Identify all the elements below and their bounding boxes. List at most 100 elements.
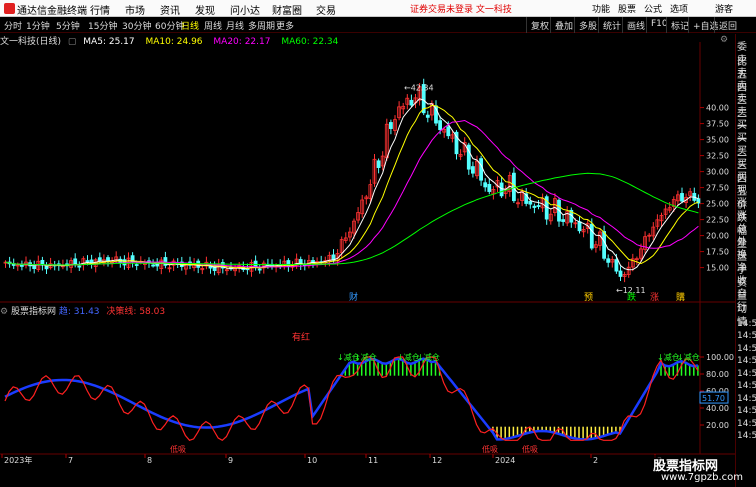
price-tick-label: 15.00: [706, 264, 729, 273]
low-buy-tag: 低吸: [482, 444, 498, 454]
trend-line-name: 趋: [58, 307, 68, 317]
candle-body: [470, 166, 475, 174]
indicator-menu-icon[interactable]: ⚙: [0, 307, 8, 317]
candle-body: [376, 160, 381, 168]
period-weekly[interactable]: 周线: [204, 19, 222, 32]
price-tick-label: 25.00: [706, 200, 729, 209]
chart-canvas[interactable]: 40.00 37.50 35.00 32.50 30.00 27.50 25.00 22.50…: [0, 34, 735, 487]
period-more[interactable]: 更多: [276, 19, 294, 32]
event-marker[interactable]: 涨: [650, 292, 659, 303]
menu-item-discover[interactable]: 发现: [195, 2, 215, 17]
candle-body: [388, 122, 393, 129]
period-intraday[interactable]: 分时: [4, 19, 22, 32]
btn-multi-stock[interactable]: 多股: [574, 17, 601, 33]
candle-body: [561, 219, 565, 222]
menu-function[interactable]: 功能: [592, 2, 610, 15]
date-tick-label: 9: [228, 456, 233, 465]
candle-body: [536, 205, 541, 207]
tick-time: 14:5: [737, 431, 756, 441]
current-value-label: 51.70: [702, 394, 725, 403]
period-multi[interactable]: 多周期: [248, 19, 275, 32]
trend-line-value: 31.43: [73, 307, 100, 317]
btn-adjust[interactable]: 复权: [526, 17, 553, 33]
trend-line: [4, 357, 699, 441]
quote-side-panel: 委比 卖五 卖四 卖三 卖二 卖一 买一 买二 买三 买四 买五 现价 涨跌 涨幅 总量 外盘 换手 净资 收益 自动…: [735, 34, 756, 487]
btn-stats[interactable]: 统计: [598, 17, 625, 33]
price-tick-label: 30.00: [706, 168, 729, 177]
btn-overlay[interactable]: 叠加: [550, 17, 577, 33]
period-daily[interactable]: 日线: [181, 19, 199, 32]
date-tick-label: 2024: [495, 456, 515, 465]
price-tick-label: 35.00: [706, 136, 729, 145]
candle-body: [73, 258, 78, 265]
candlestick-series: [3, 78, 701, 283]
event-marker[interactable]: 購: [676, 291, 685, 303]
event-marker[interactable]: 预: [584, 292, 593, 303]
app-title: 通达信金融终端: [17, 6, 87, 17]
app-logo-icon: [4, 3, 15, 14]
red-annotation: 有红: [292, 331, 310, 343]
candle-body: [438, 120, 443, 131]
menu-item-news[interactable]: 资讯: [160, 2, 180, 17]
candle-body: [618, 270, 623, 277]
date-tick-label: 7: [68, 456, 73, 465]
price-tick-label: 37.50: [706, 120, 729, 129]
indicator-header: ⚙ 股票指标网 趋: 31.43 决策线: 58.03: [0, 307, 166, 317]
reduce-position-tag: ↓减仓: [677, 352, 700, 362]
candle-body: [425, 114, 430, 118]
event-marker[interactable]: 财: [349, 291, 358, 303]
period-1min[interactable]: 1分钟: [26, 19, 50, 32]
tick-time: 14:5: [737, 406, 756, 416]
btn-back[interactable]: 返回: [714, 17, 741, 33]
menu-item-wealth[interactable]: 财富圈: [272, 2, 302, 17]
date-tick-label: 2023年: [4, 455, 32, 465]
indicator-series: 有红↓减仓↓减仓 ↓减仓↓减仓 ↓减仓↓减仓低吸 低吸 低吸: [4, 331, 700, 454]
indicator-name[interactable]: 股票指标网: [11, 307, 56, 317]
menu-formula[interactable]: 公式: [644, 2, 662, 15]
ma10-line: [5, 104, 699, 269]
decision-line: [4, 356, 699, 442]
candle-body: [97, 257, 102, 261]
period-15min[interactable]: 15分钟: [88, 19, 117, 32]
menu-guest[interactable]: 游客: [715, 2, 733, 15]
menu-item-quotes[interactable]: 行情: [90, 2, 110, 17]
login-warning[interactable]: 证券交易未登录 文一科技: [410, 2, 512, 15]
tick-time: 14:5: [737, 368, 756, 379]
indicator-tick-label: 80.00: [706, 370, 729, 379]
candle-body: [106, 257, 110, 262]
indicator-grid: 100.0080.0060.0040.0020.0051.702023年 7 8 9 1…: [1, 353, 734, 465]
tick-time: 14:5: [737, 318, 756, 329]
price-tick-label: 27.50: [706, 184, 729, 193]
ma60-line: [5, 172, 699, 266]
candle-body: [483, 182, 488, 188]
menu-item-market[interactable]: 市场: [125, 2, 145, 17]
ma5-line: [5, 98, 699, 271]
candle-body: [409, 99, 414, 106]
period-30min[interactable]: 30分钟: [122, 19, 151, 32]
menu-item-trade[interactable]: 交易: [316, 2, 336, 17]
moving-average-lines: [5, 98, 699, 271]
btn-draw[interactable]: 画线: [622, 17, 649, 33]
tick-time: 14:5: [737, 356, 756, 366]
candle-body: [446, 126, 451, 137]
period-5min[interactable]: 5分钟: [56, 19, 80, 32]
date-tick-label: 8: [147, 456, 152, 465]
low-buy-tag: 低吸: [522, 444, 538, 454]
period-monthly[interactable]: 月线: [226, 19, 244, 32]
price-tick-label: 17.50: [706, 248, 729, 257]
price-grid: 40.00 37.50 35.00 32.50 30.00 27.50 25.00 22.50…: [700, 104, 729, 273]
candle-body: [602, 231, 606, 259]
watermark-url: www.7gpzb.com: [661, 472, 743, 483]
event-marker[interactable]: 跌: [627, 292, 636, 303]
menu-options[interactable]: 选项: [670, 2, 688, 15]
candle-body: [77, 265, 82, 268]
candle-body: [680, 193, 684, 202]
date-tick-label: 10: [307, 456, 317, 465]
chart-settings-icon[interactable]: ⚙: [720, 35, 728, 45]
period-toolbar: 分时 1分钟 5分钟 15分钟 30分钟 60分钟 日线 周线 月线 多周期 更…: [0, 17, 756, 33]
menu-item-ask[interactable]: 问小达: [230, 2, 260, 17]
date-tick-label: 2: [593, 456, 598, 465]
reduce-position-tag: ↓减仓: [354, 352, 377, 362]
tick-time: 14:5: [737, 418, 756, 429]
menu-stock[interactable]: 股票: [618, 2, 636, 15]
